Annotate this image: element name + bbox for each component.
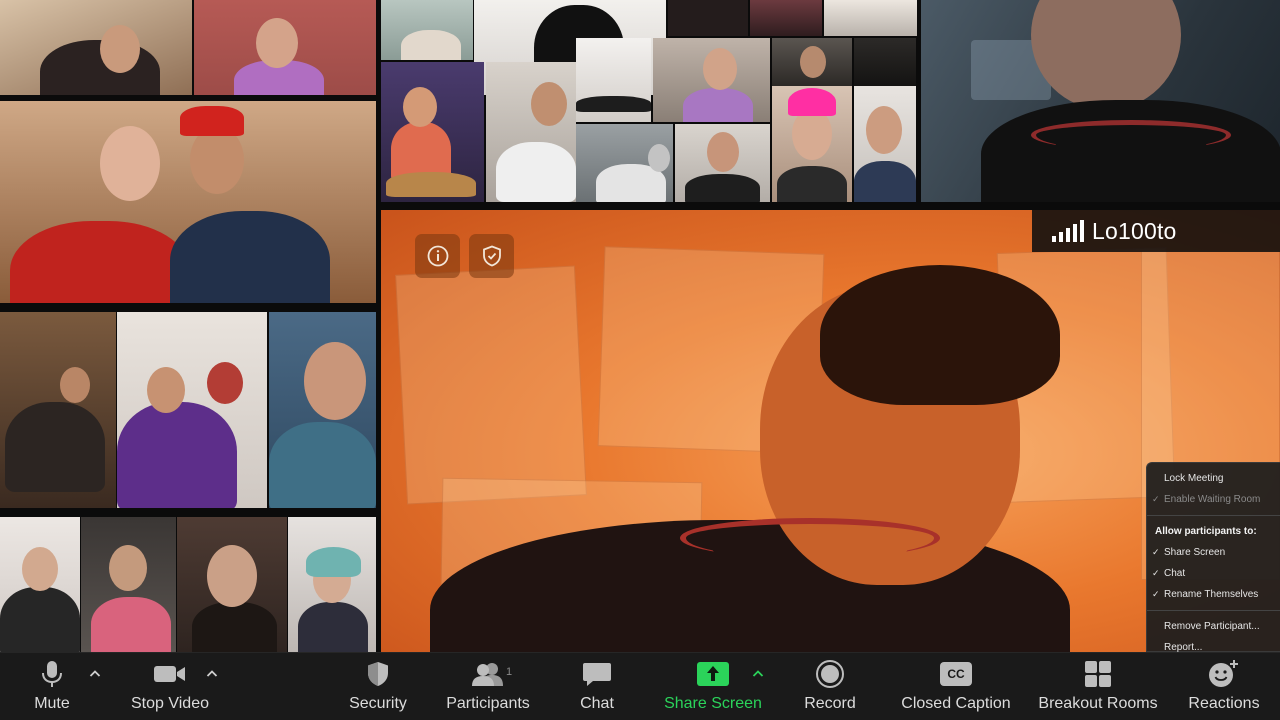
closed-caption-label: Closed Caption — [901, 695, 1011, 712]
menu-item-label: Rename Themselves — [1164, 589, 1259, 600]
chat-icon — [583, 663, 611, 686]
participants-button[interactable]: Participants — [440, 653, 536, 720]
speaker-name: Lo100to — [1092, 217, 1177, 244]
reactions-icon — [1209, 660, 1238, 687]
video-tile[interactable] — [750, 0, 822, 36]
participants-icon — [472, 663, 503, 686]
mute-button[interactable]: Mute — [22, 653, 82, 720]
menu-item-lock-meeting[interactable]: Lock Meeting — [1147, 468, 1280, 489]
video-tile[interactable] — [177, 517, 287, 652]
participants-count: 1 — [506, 666, 513, 678]
shield-check-icon — [482, 245, 501, 267]
video-tile[interactable] — [675, 124, 770, 202]
reactions-label: Reactions — [1188, 695, 1260, 712]
chat-label: Chat — [580, 695, 614, 712]
check-icon: ✓ — [1152, 494, 1160, 504]
record-button[interactable]: Record — [800, 653, 860, 720]
breakout-rooms-icon — [1085, 661, 1111, 687]
audio-options-caret[interactable] — [88, 667, 102, 681]
video-tile[interactable] — [0, 0, 192, 95]
record-label: Record — [804, 695, 856, 712]
menu-item-label: Share Screen — [1164, 547, 1226, 558]
mute-label: Mute — [34, 695, 70, 712]
video-tile[interactable] — [576, 38, 651, 122]
video-tile[interactable] — [486, 62, 576, 202]
menu-divider — [1147, 515, 1280, 516]
chevron-up-icon — [89, 670, 101, 677]
menu-item-label: Remove Participant... — [1164, 621, 1260, 632]
video-tile[interactable] — [772, 86, 852, 202]
video-tile[interactable] — [668, 0, 748, 36]
speaker-name-tag: Lo100to — [1032, 210, 1280, 252]
share-screen-icon — [697, 662, 729, 686]
menu-item-label: Chat — [1164, 568, 1186, 579]
video-tile[interactable] — [194, 0, 376, 95]
video-tile[interactable] — [381, 62, 484, 202]
menu-item-label: Enable Waiting Room — [1164, 494, 1261, 505]
meeting-info-button[interactable] — [415, 234, 460, 278]
stop-video-label: Stop Video — [131, 695, 209, 712]
menu-item-chat[interactable]: ✓ Chat — [1147, 563, 1280, 584]
stop-video-button[interactable]: Stop Video — [124, 653, 216, 720]
video-options-caret[interactable] — [205, 667, 219, 681]
participants-label: Participants — [446, 695, 530, 712]
security-label: Security — [349, 695, 407, 712]
chevron-up-icon — [206, 670, 218, 677]
breakout-rooms-label: Breakout Rooms — [1038, 695, 1158, 712]
security-menu: Lock Meeting ✓ Enable Waiting Room Allow … — [1146, 462, 1280, 652]
video-tile[interactable] — [576, 124, 673, 202]
video-tile[interactable] — [288, 517, 376, 652]
share-options-caret[interactable] — [751, 667, 765, 681]
menu-item-remove-participant[interactable]: Remove Participant... — [1147, 616, 1280, 637]
video-tile[interactable] — [0, 312, 116, 508]
video-tile[interactable] — [854, 38, 916, 86]
video-camera-icon — [154, 666, 185, 682]
video-tile[interactable] — [653, 38, 770, 122]
security-button[interactable]: Security — [340, 653, 416, 720]
connection-strength-icon — [1052, 220, 1084, 242]
menu-item-rename-themselves[interactable]: ✓ Rename Themselves — [1147, 584, 1280, 605]
closed-caption-button[interactable]: CC Closed Caption — [896, 653, 1016, 720]
video-tile[interactable] — [854, 86, 916, 202]
reactions-button[interactable]: Reactions — [1184, 653, 1264, 720]
chevron-up-icon — [752, 670, 764, 677]
video-tile[interactable] — [772, 38, 852, 86]
shield-icon — [368, 662, 388, 686]
meeting-toolbar: Mute Stop Video Security Participants 1 — [0, 652, 1280, 720]
video-tile[interactable] — [269, 312, 376, 508]
video-tile[interactable] — [117, 312, 267, 508]
menu-item-report[interactable]: Report... — [1147, 637, 1280, 652]
menu-section-header: Allow participants to: — [1155, 526, 1257, 537]
microphone-icon — [42, 661, 62, 687]
menu-item-share-screen[interactable]: ✓ Share Screen — [1147, 542, 1280, 563]
menu-item-enable-waiting-room[interactable]: ✓ Enable Waiting Room — [1147, 489, 1280, 510]
record-icon — [816, 660, 844, 688]
video-tile[interactable] — [921, 0, 1280, 202]
menu-divider — [1147, 610, 1280, 611]
video-tile[interactable] — [381, 0, 473, 60]
encryption-button[interactable] — [469, 234, 514, 278]
closed-caption-icon: CC — [940, 662, 972, 686]
chat-button[interactable]: Chat — [572, 653, 622, 720]
check-icon: ✓ — [1152, 568, 1160, 578]
video-tile[interactable] — [81, 517, 176, 652]
video-tile[interactable] — [824, 0, 917, 36]
video-stage: Lo100to Lock Meeting ✓ Enable Waiting Roo… — [0, 0, 1280, 652]
check-icon: ✓ — [1152, 547, 1160, 557]
video-tile[interactable] — [0, 517, 80, 652]
menu-item-label: Lock Meeting — [1164, 473, 1224, 484]
check-icon: ✓ — [1152, 589, 1160, 599]
breakout-rooms-button[interactable]: Breakout Rooms — [1034, 653, 1162, 720]
share-screen-button[interactable]: Share Screen — [660, 653, 766, 720]
share-screen-label: Share Screen — [664, 695, 762, 712]
info-icon — [427, 245, 448, 267]
video-tile[interactable] — [0, 101, 376, 303]
menu-item-label: Report... — [1164, 642, 1203, 652]
